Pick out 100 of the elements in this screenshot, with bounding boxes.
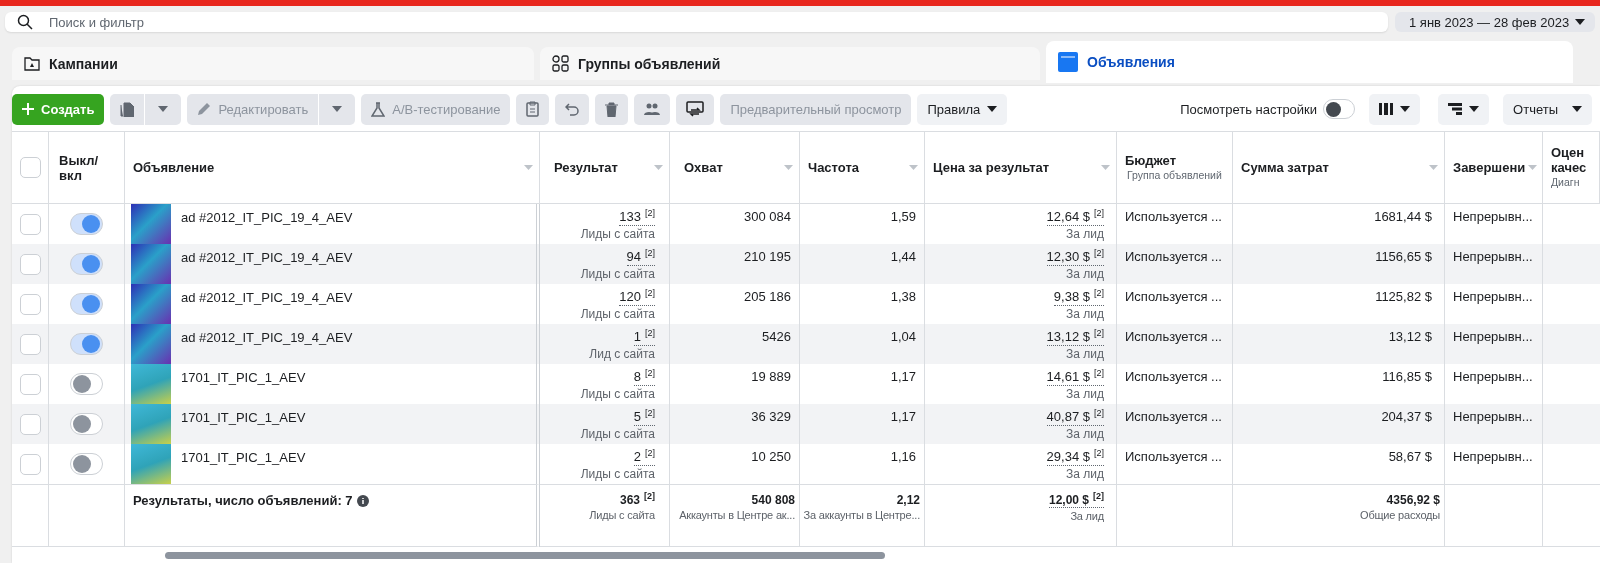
frequency-value: 1,16 bbox=[890, 449, 916, 465]
spent-value: 204,37 $ bbox=[1381, 409, 1432, 425]
row-checkbox[interactable] bbox=[19, 253, 41, 275]
metric-label: Лид с сайта bbox=[589, 347, 655, 361]
metric-value: 363 $^{[2]}$ bbox=[619, 493, 655, 507]
budget-value: Используется ... bbox=[1125, 409, 1222, 425]
metric-label: Общие расходы bbox=[1360, 508, 1440, 522]
select-all-checkbox[interactable] bbox=[20, 157, 41, 178]
end-value: Непрерывн... bbox=[1453, 409, 1533, 425]
ad-toggle[interactable] bbox=[70, 293, 103, 315]
ad-name[interactable]: ad #2012_IT_PIC_19_4_AEV bbox=[181, 284, 353, 306]
dropdown-button[interactable] bbox=[319, 93, 356, 125]
end-value: Непрерывн... bbox=[1453, 249, 1533, 265]
level-tab[interactable]: Группы объявлений bbox=[540, 47, 1040, 81]
ad-thumbnail bbox=[131, 324, 171, 364]
view-settings-switch[interactable] bbox=[1323, 99, 1356, 119]
row-checkbox[interactable] bbox=[19, 333, 41, 355]
frequency-value: 1,04 bbox=[890, 329, 916, 345]
reports-button[interactable]: Отчеты bbox=[1503, 93, 1592, 125]
ad-toggle[interactable] bbox=[70, 413, 103, 435]
frequency-value: 1,59 bbox=[890, 209, 916, 225]
folder-icon bbox=[24, 56, 40, 71]
spent-value: 58,67 $ bbox=[1388, 449, 1432, 465]
metric-label: Лиды с сайта bbox=[580, 467, 655, 481]
row-checkbox[interactable] bbox=[19, 373, 41, 395]
metric-value: 2 $^{[2]}$ bbox=[633, 449, 655, 466]
caret-icon bbox=[158, 106, 169, 112]
end-value: Непрерывн... bbox=[1453, 369, 1533, 385]
ad-thumbnail bbox=[131, 204, 171, 244]
caret-icon bbox=[1572, 106, 1582, 112]
ad-thumbnail bbox=[131, 284, 171, 324]
swap-icon bbox=[686, 101, 705, 117]
metric-label: Лиды с сайта bbox=[580, 427, 655, 441]
metric-label: Лиды с сайта bbox=[580, 387, 655, 401]
budget-value: Используется ... bbox=[1125, 369, 1222, 385]
ad-toggle[interactable] bbox=[70, 373, 103, 395]
row-checkbox[interactable] bbox=[19, 293, 41, 315]
end-value: Непрерывн... bbox=[1453, 289, 1533, 305]
level-tab[interactable]: Кампании bbox=[12, 47, 534, 81]
metric-label: За лид bbox=[1066, 467, 1104, 481]
reach-value: 19 889 bbox=[751, 369, 791, 385]
rules-button[interactable]: Правила bbox=[917, 93, 1008, 125]
trash-icon bbox=[605, 101, 619, 117]
metric-value: 13,12 $ $^{[2]}$ bbox=[1046, 329, 1104, 346]
frequency-value: 1,17 bbox=[890, 369, 916, 385]
metric-value: 94 $^{[2]}$ bbox=[626, 249, 655, 266]
breakdown-icon bbox=[1448, 103, 1463, 115]
budget-value: Используется ... bbox=[1125, 249, 1222, 265]
copy-icon bbox=[120, 101, 135, 117]
metric-value: 14,61 $ $^{[2]}$ bbox=[1046, 369, 1104, 386]
date-range-button[interactable]: 1 янв 2023 — 28 фев 2023 bbox=[1395, 12, 1595, 33]
metric-label: За лид bbox=[1066, 267, 1104, 281]
level-tab[interactable]: Объявления bbox=[1046, 41, 1573, 84]
metric-value: 5 $^{[2]}$ bbox=[633, 409, 655, 426]
end-value: Непрерывн... bbox=[1453, 329, 1533, 345]
metric-label: За лид bbox=[1066, 427, 1104, 441]
metric-value: 1 $^{[2]}$ bbox=[633, 329, 655, 346]
ad-name[interactable]: 1701_IT_PIC_1_AEV bbox=[181, 364, 306, 386]
search-field[interactable]: Поиск и фильтр bbox=[5, 12, 1388, 33]
metric-label: За лид bbox=[1066, 347, 1104, 361]
spent-value: 116,85 $ bbox=[1382, 369, 1432, 385]
ad-name[interactable]: ad #2012_IT_PIC_19_4_AEV bbox=[181, 204, 353, 226]
columns-icon bbox=[1379, 103, 1394, 115]
metric-label: Лиды с сайта bbox=[580, 227, 655, 241]
row-checkbox[interactable] bbox=[19, 413, 41, 435]
budget-value: Используется ... bbox=[1125, 449, 1222, 465]
metric-value: 540 808 bbox=[751, 493, 795, 507]
ad-toggle[interactable] bbox=[70, 453, 103, 475]
dropdown-button[interactable] bbox=[145, 93, 182, 125]
ad-toggle[interactable] bbox=[70, 213, 103, 235]
spent-value: 1681,44 $ bbox=[1374, 209, 1432, 225]
ad-toggle[interactable] bbox=[70, 253, 103, 275]
row-checkbox[interactable] bbox=[19, 213, 41, 235]
breakdown-button[interactable] bbox=[1438, 93, 1490, 125]
budget-value: Используется ... bbox=[1125, 209, 1222, 225]
ad-thumbnail bbox=[131, 444, 171, 484]
sort-icon bbox=[1429, 165, 1438, 170]
reach-value: 10 250 bbox=[751, 449, 791, 465]
pencil-icon bbox=[197, 102, 212, 116]
ad-name[interactable]: 1701_IT_PIC_1_AEV bbox=[181, 404, 306, 426]
budget-value: Используется ... bbox=[1125, 329, 1222, 345]
row-checkbox[interactable] bbox=[19, 453, 41, 475]
ad-thumbnail bbox=[131, 244, 171, 284]
spent-value: 1125,82 $ bbox=[1375, 289, 1432, 305]
metric-value: 40,87 $ $^{[2]}$ bbox=[1046, 409, 1104, 426]
columns-button[interactable] bbox=[1369, 93, 1421, 125]
clipboard-icon bbox=[526, 101, 540, 117]
undo-icon bbox=[565, 102, 580, 116]
metric-label: Аккаунты в Центре ак... bbox=[679, 508, 795, 522]
horizontal-scrollbar[interactable] bbox=[165, 551, 885, 559]
ad-name[interactable]: 1701_IT_PIC_1_AEV bbox=[181, 444, 306, 466]
caret-icon bbox=[987, 106, 998, 112]
metric-label: Лиды с сайта bbox=[589, 508, 655, 522]
sort-icon bbox=[909, 165, 918, 170]
metric-value: 8 $^{[2]}$ bbox=[633, 369, 655, 386]
ad-thumbnail bbox=[131, 364, 171, 404]
ad-icon bbox=[1058, 52, 1078, 73]
ad-toggle[interactable] bbox=[70, 333, 103, 355]
metric-label: За аккаунты в Центре... bbox=[803, 508, 920, 522]
reach-value: 210 195 bbox=[744, 249, 791, 265]
